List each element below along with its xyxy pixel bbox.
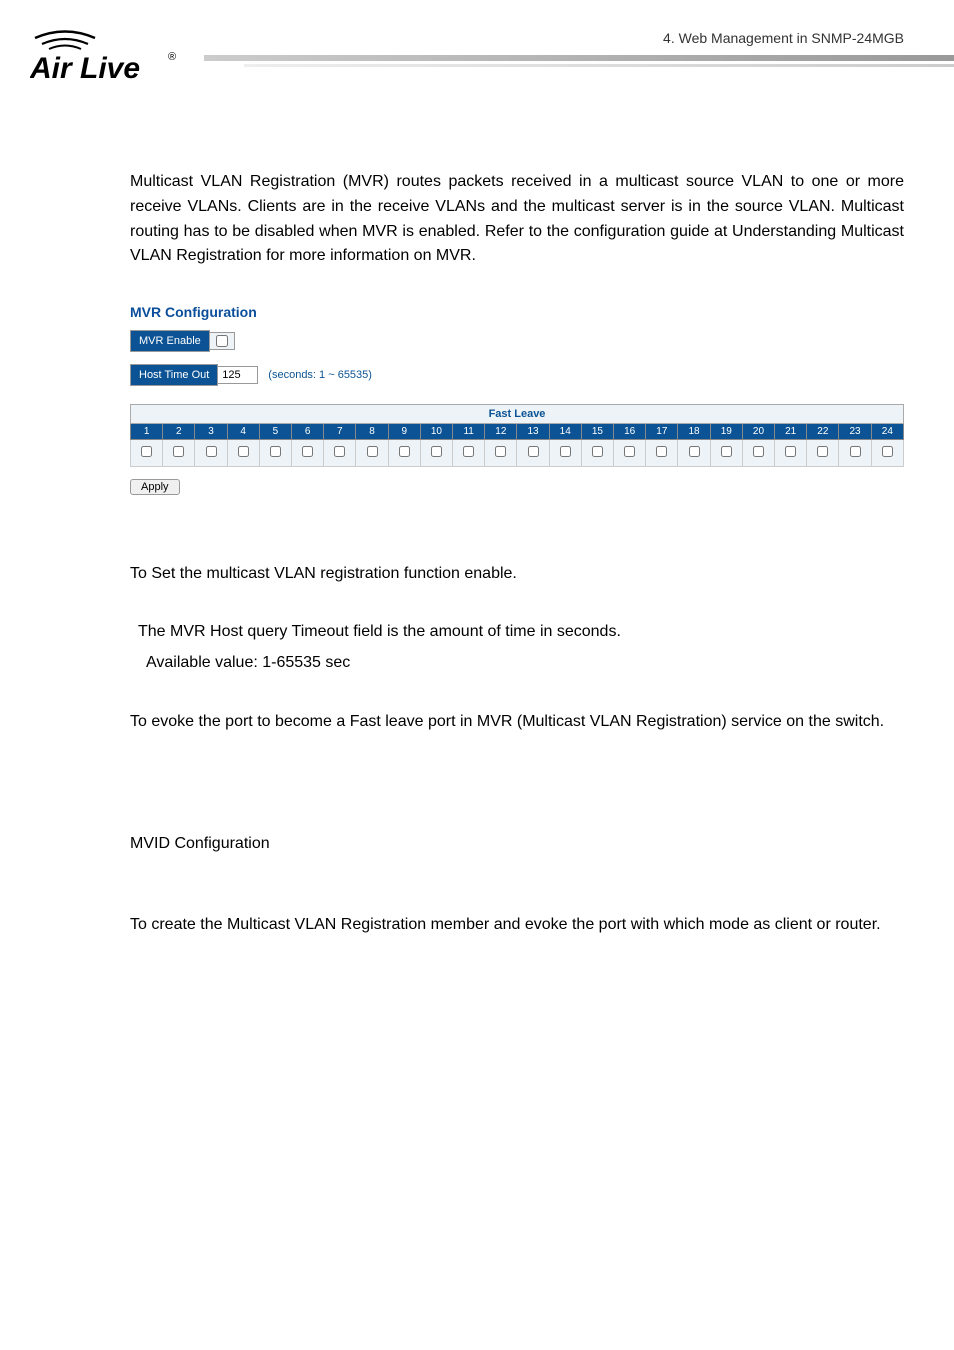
- mvr-enable-checkbox[interactable]: [216, 335, 228, 347]
- host-timeout-row: Host Time Out (seconds: 1 ~ 65535): [130, 364, 904, 386]
- port-5: 5: [259, 424, 291, 440]
- desc-timeout-1: The MVR Host query Timeout field is the …: [138, 617, 904, 647]
- port-14: 14: [549, 424, 581, 440]
- fast-leave-checkbox-15[interactable]: [592, 446, 603, 457]
- brand-logo: Air Live ®: [30, 20, 190, 90]
- fast-leave-checkbox-4[interactable]: [238, 446, 249, 457]
- port-8: 8: [356, 424, 388, 440]
- svg-text:Air Live: Air Live: [30, 52, 140, 85]
- desc-fastleave: To evoke the port to become a Fast leave…: [130, 708, 904, 735]
- fast-leave-checkbox-2[interactable]: [173, 446, 184, 457]
- port-checkbox-row: [131, 440, 904, 467]
- port-23: 23: [839, 424, 871, 440]
- fast-leave-table: Fast Leave 1 2 3 4 5 6 7 8 9 10 11 12 13…: [130, 404, 904, 467]
- fast-leave-checkbox-7[interactable]: [334, 446, 345, 457]
- mvr-enable-label: MVR Enable: [130, 330, 210, 352]
- fast-leave-checkbox-18[interactable]: [689, 446, 700, 457]
- port-6: 6: [292, 424, 324, 440]
- fast-leave-checkbox-17[interactable]: [656, 446, 667, 457]
- header-divider-1: [204, 55, 954, 61]
- config-title: MVR Configuration: [130, 304, 904, 320]
- mvid-heading: MVID Configuration: [130, 835, 904, 853]
- mvr-enable-row: MVR Enable: [130, 330, 904, 352]
- fast-leave-checkbox-1[interactable]: [141, 446, 152, 457]
- port-2: 2: [163, 424, 195, 440]
- fast-leave-checkbox-16[interactable]: [624, 446, 635, 457]
- port-18: 18: [678, 424, 710, 440]
- fast-leave-checkbox-11[interactable]: [463, 446, 474, 457]
- host-timeout-hint: (seconds: 1 ~ 65535): [268, 369, 372, 381]
- host-timeout-label: Host Time Out: [130, 364, 218, 386]
- port-12: 12: [485, 424, 517, 440]
- port-17: 17: [646, 424, 678, 440]
- port-3: 3: [195, 424, 227, 440]
- svg-text:®: ®: [168, 51, 176, 63]
- fast-leave-header: Fast Leave: [131, 405, 904, 424]
- port-4: 4: [227, 424, 259, 440]
- page-content: Multicast VLAN Registration (MVR) routes…: [0, 110, 954, 938]
- port-19: 19: [710, 424, 742, 440]
- fast-leave-checkbox-23[interactable]: [850, 446, 861, 457]
- fast-leave-checkbox-8[interactable]: [367, 446, 378, 457]
- fast-leave-checkbox-22[interactable]: [817, 446, 828, 457]
- fast-leave-checkbox-9[interactable]: [399, 446, 410, 457]
- fast-leave-checkbox-12[interactable]: [495, 446, 506, 457]
- apply-button[interactable]: Apply: [130, 479, 180, 495]
- port-11: 11: [453, 424, 485, 440]
- mvid-paragraph: To create the Multicast VLAN Registratio…: [130, 913, 904, 938]
- desc-timeout-block: The MVR Host query Timeout field is the …: [138, 617, 904, 678]
- page-header: Air Live ® 4. Web Management in SNMP-24M…: [0, 0, 954, 110]
- chapter-label: 4. Web Management in SNMP-24MGB: [663, 30, 904, 46]
- port-9: 9: [388, 424, 420, 440]
- desc-enable: To Set the multicast VLAN registration f…: [130, 560, 904, 587]
- desc-timeout-2: Available value: 1-65535 sec: [146, 648, 904, 678]
- port-20: 20: [742, 424, 774, 440]
- fast-leave-checkbox-19[interactable]: [721, 446, 732, 457]
- intro-paragraph: Multicast VLAN Registration (MVR) routes…: [130, 170, 904, 269]
- fast-leave-checkbox-5[interactable]: [270, 446, 281, 457]
- header-divider-2: [244, 64, 954, 67]
- mvr-enable-checkbox-cell: [210, 332, 235, 350]
- port-10: 10: [420, 424, 452, 440]
- fast-leave-checkbox-24[interactable]: [882, 446, 893, 457]
- port-24: 24: [871, 424, 903, 440]
- fast-leave-checkbox-14[interactable]: [560, 446, 571, 457]
- fast-leave-checkbox-3[interactable]: [206, 446, 217, 457]
- fast-leave-checkbox-21[interactable]: [785, 446, 796, 457]
- port-header-row: 1 2 3 4 5 6 7 8 9 10 11 12 13 14 15 16 1…: [131, 424, 904, 440]
- port-1: 1: [131, 424, 163, 440]
- port-22: 22: [807, 424, 839, 440]
- port-21: 21: [775, 424, 807, 440]
- port-7: 7: [324, 424, 356, 440]
- host-timeout-input[interactable]: [218, 366, 258, 384]
- port-16: 16: [614, 424, 646, 440]
- mvr-config-screenshot: MVR Configuration MVR Enable Host Time O…: [130, 299, 904, 500]
- port-15: 15: [581, 424, 613, 440]
- fast-leave-checkbox-20[interactable]: [753, 446, 764, 457]
- port-13: 13: [517, 424, 549, 440]
- fast-leave-checkbox-10[interactable]: [431, 446, 442, 457]
- fast-leave-checkbox-13[interactable]: [528, 446, 539, 457]
- fast-leave-checkbox-6[interactable]: [302, 446, 313, 457]
